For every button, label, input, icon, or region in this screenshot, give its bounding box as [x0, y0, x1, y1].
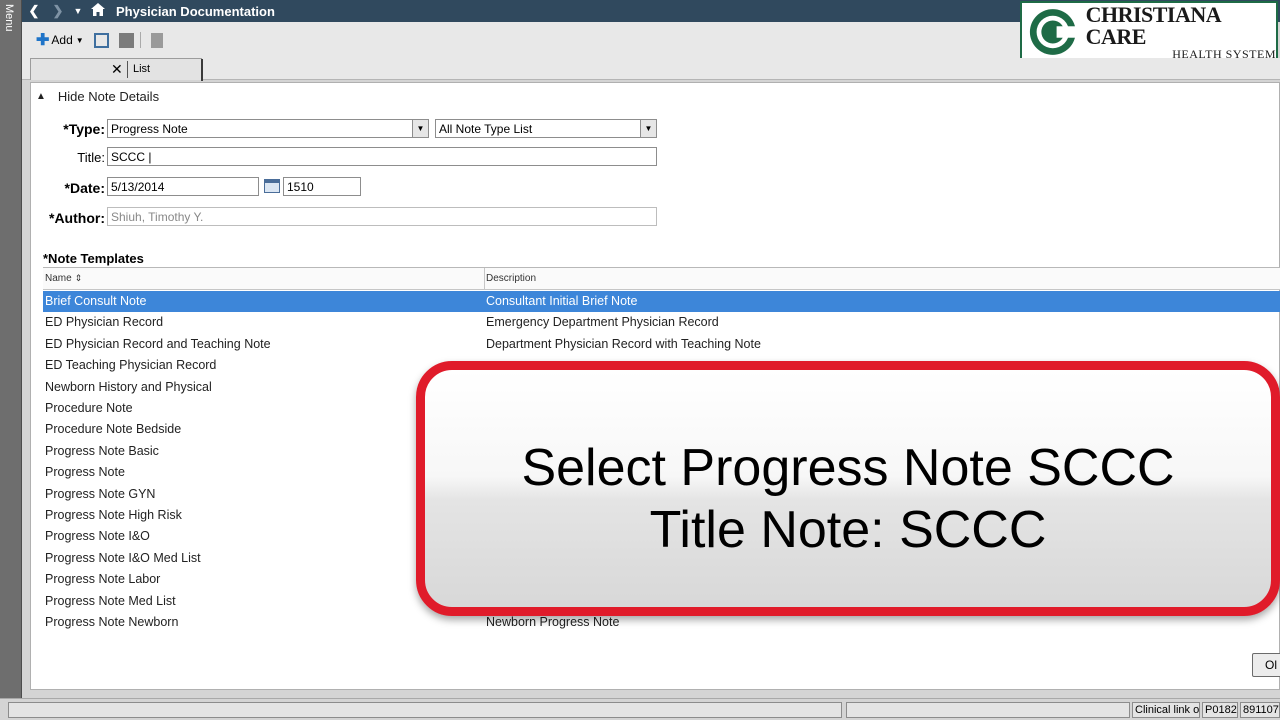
title-field[interactable]: SCCC | — [107, 147, 657, 166]
status-cell-blank — [846, 702, 1130, 718]
template-name-cell: ED Teaching Physician Record — [45, 358, 217, 373]
template-name-cell: Brief Consult Note — [45, 294, 147, 308]
note-templates-title: *Note Templates — [43, 251, 144, 266]
template-name-cell: Progress Note Med List — [45, 593, 176, 608]
sign-document-icon[interactable] — [150, 32, 163, 48]
grid-header: Name ⇕ Description — [43, 268, 1280, 290]
close-icon[interactable]: ✕ — [111, 61, 123, 78]
template-description-cell: Department Physician Record with Teachin… — [486, 336, 761, 351]
type-value: Progress Note — [111, 122, 188, 136]
template-description-cell: Newborn Progress Note — [486, 615, 620, 629]
date-field[interactable]: 5/13/2014 — [107, 177, 259, 196]
chevron-right-icon[interactable]: ❯ — [46, 3, 70, 19]
table-row[interactable]: Brief Consult Note Consultant Initial Bri… — [43, 291, 1280, 312]
calendar-icon[interactable] — [264, 179, 280, 193]
page-title: Physician Documentation — [116, 3, 275, 19]
template-name-cell: Progress Note I&O — [45, 529, 150, 544]
account-number-status: 8911074 — [1240, 702, 1280, 718]
toolbar: ✚ Add ▼ — [22, 22, 1020, 58]
table-row[interactable]: ED Physician Record and Teaching Note Dep… — [43, 334, 1280, 355]
note-type-list-value: All Note Type List — [439, 122, 533, 136]
instruction-callout: Select Progress Note SCCC Title Note: SC… — [416, 361, 1280, 616]
callout-line-1: Select Progress Note SCCC — [521, 439, 1175, 497]
dropdown-arrow-icon: ▼ — [412, 120, 428, 137]
column-divider[interactable] — [484, 268, 485, 290]
add-label: Add — [51, 33, 73, 47]
template-name-cell: Progress Note GYN — [45, 486, 156, 501]
tab-edge — [201, 59, 203, 81]
logo-brand: CHRISTIANA CARE — [1085, 2, 1221, 49]
collapse-triangle-icon: ▲ — [36, 91, 46, 102]
facility-code-status: P0182 — [1202, 702, 1238, 718]
date-label: *Date: — [64, 180, 105, 196]
template-description-cell: Emergency Department Physician Record — [486, 315, 719, 330]
tab-strip: ✕ List — [22, 58, 1280, 81]
template-name-cell: ED Physician Record and Teaching Note — [45, 336, 271, 351]
christiana-care-logo: CHRISTIANA CARE HEALTH SYSTEM — [1020, 1, 1278, 63]
caret-down-icon[interactable]: ▼ — [70, 6, 86, 16]
template-name-cell: Procedure Note Bedside — [45, 422, 182, 437]
caret-down-icon: ▼ — [75, 35, 84, 45]
save-icon[interactable] — [118, 32, 134, 48]
template-name-cell: Newborn History and Physical — [45, 379, 212, 394]
toolbar-divider — [139, 32, 141, 48]
menu-label: Menu — [3, 4, 15, 32]
template-name-cell: Progress Note I&O Med List — [45, 550, 201, 565]
clinical-link-status: Clinical link on — [1132, 702, 1200, 718]
chevron-left-icon[interactable]: ❮ — [22, 3, 46, 19]
template-name-cell: ED Physician Record — [45, 315, 164, 330]
template-description-cell: Consultant Initial Brief Note — [486, 294, 638, 308]
title-label: Title: — [77, 150, 105, 165]
tab-divider — [127, 61, 128, 78]
sort-icon: ⇕ — [74, 273, 83, 283]
home-icon[interactable] — [86, 3, 110, 19]
author-label: *Author: — [49, 210, 105, 226]
hide-note-details-toggle[interactable]: ▲ Hide Note Details — [36, 89, 159, 104]
template-name-cell: Progress Note Basic — [45, 443, 159, 458]
plus-icon: ✚ — [36, 32, 50, 49]
time-field[interactable]: 1510 — [283, 177, 361, 196]
tab-label: List — [133, 63, 151, 75]
table-row[interactable]: ED Physician Record Emergency Department … — [43, 312, 1280, 333]
author-field: Shiuh, Timothy Y. — [107, 207, 657, 226]
template-name-cell: Progress Note Newborn — [45, 615, 179, 629]
column-name-label: Name — [45, 273, 72, 284]
type-select[interactable]: Progress Note ▼ — [107, 119, 429, 138]
menu-rail[interactable]: Menu — [0, 0, 22, 720]
ok-button[interactable]: Ol — [1252, 653, 1280, 677]
logo-text: CHRISTIANA CARE HEALTH SYSTEM — [1085, 2, 1276, 61]
tab-list[interactable]: ✕ List — [30, 58, 203, 81]
note-type-list-select[interactable]: All Note Type List ▼ — [435, 119, 657, 138]
hide-details-label: Hide Note Details — [57, 89, 160, 104]
template-name-cell: Progress Note Labor — [45, 572, 161, 587]
template-name-cell: Progress Note High Risk — [45, 508, 182, 522]
status-cell-main — [8, 702, 842, 718]
add-button[interactable]: ✚ Add ▼ — [36, 30, 84, 50]
column-header-name[interactable]: Name ⇕ — [45, 273, 82, 284]
column-header-description[interactable]: Description — [486, 273, 536, 284]
select-frame-icon[interactable] — [93, 32, 109, 48]
logo-emblem-icon — [1029, 9, 1078, 55]
dropdown-arrow-icon: ▼ — [640, 120, 656, 137]
status-bar: Clinical link on P0182 8911074 — [0, 698, 1280, 720]
template-name-cell: Progress Note — [45, 465, 125, 480]
callout-line-2: Title Note: SCCC — [649, 501, 1047, 559]
template-name-cell: Procedure Note — [45, 401, 133, 415]
type-label: *Type: — [63, 121, 105, 137]
